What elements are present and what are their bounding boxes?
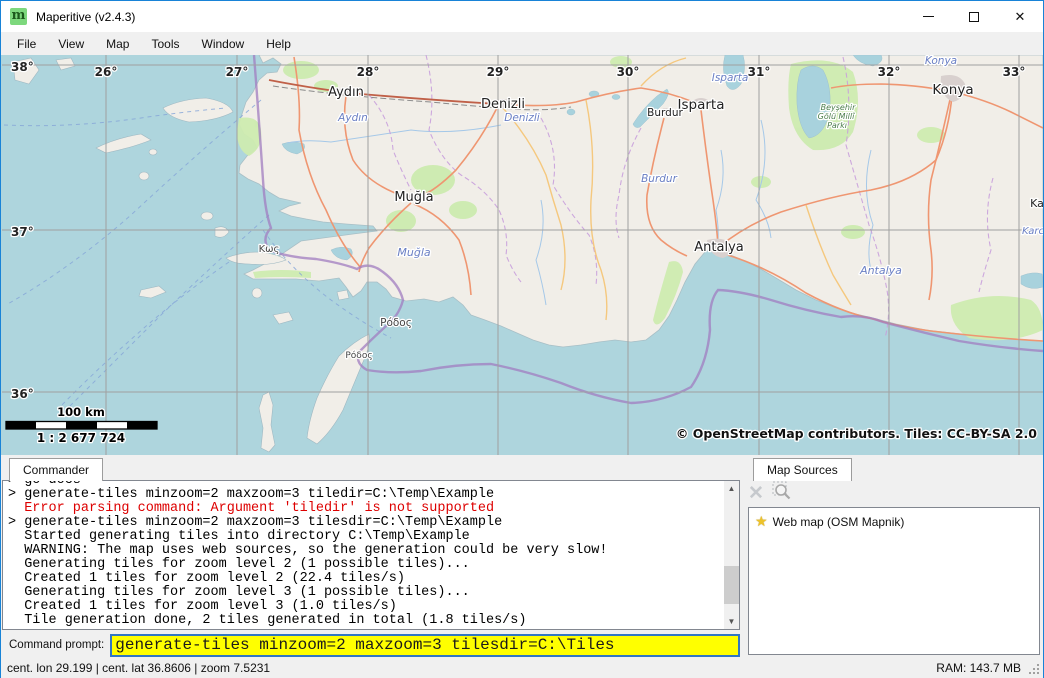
map-label: 29° (487, 65, 510, 79)
menu-tools[interactable]: Tools (140, 33, 190, 55)
menu-help[interactable]: Help (255, 33, 302, 55)
scroll-thumb[interactable] (724, 566, 739, 604)
console-output[interactable]: > go docs> generate-tiles minzoom=2 maxz… (2, 480, 740, 630)
minimize-icon (923, 16, 934, 17)
map-canvas: 26° 27° 28° 29° 30° 31° 32° 33° 38° 37° 36° Aydın D… (1, 55, 1043, 455)
resize-grip[interactable] (1028, 663, 1041, 676)
map-label: Konya (932, 82, 973, 98)
status-coordinates: cent. lon 29.199 | cent. lat 36.8606 | z… (7, 661, 270, 675)
map-source-item[interactable]: ★ Web map (OSM Mapnik) (752, 513, 1036, 530)
maximize-icon (969, 12, 979, 22)
menu-view[interactable]: View (47, 33, 95, 55)
console-line: Tile generation done, 2 tiles generated … (8, 614, 723, 628)
map-label: Ρόδος (345, 350, 372, 361)
map-label: Κως (259, 244, 280, 255)
menu-window[interactable]: Window (191, 33, 256, 55)
maperitive-window: m Maperitive (v2.4.3) ✕ FileViewMapTools… (0, 0, 1044, 678)
console-scrollbar[interactable]: ▲ ▼ (724, 481, 739, 629)
map-label: Isparta (678, 97, 725, 113)
map-viewport[interactable]: 26° 27° 28° 29° 30° 31° 32° 33° 38° 37° 36° Aydın D… (1, 55, 1043, 455)
status-bar: cent. lon 29.199 | cent. lat 36.8606 | z… (1, 658, 1043, 678)
title-bar[interactable]: m Maperitive (v2.4.3) ✕ (1, 1, 1043, 32)
map-label: Antalya (694, 240, 743, 255)
commander-panel: Commander > go docs> generate-tiles minz… (1, 455, 742, 658)
map-label: Ka (1030, 197, 1043, 210)
map-label: 30° (617, 65, 640, 79)
command-prompt-label: Command prompt: (1, 639, 110, 651)
map-sources-tab-row: Map Sources (742, 455, 1043, 481)
map-attribution: © OpenStreetMap contributors. Tiles: CC-… (676, 426, 1037, 441)
map-label: 33° (1003, 65, 1026, 79)
scroll-up-icon[interactable]: ▲ (724, 481, 739, 496)
map-label: Denizli (504, 112, 540, 124)
menu-map[interactable]: Map (95, 33, 140, 55)
tab-map-sources[interactable]: Map Sources (753, 458, 852, 481)
menu-file[interactable]: File (6, 33, 47, 55)
console-line: Generating tiles for zoom level 3 (1 pos… (8, 586, 723, 600)
map-label: Aydın (328, 85, 364, 100)
map-label: 32° (878, 65, 901, 79)
map-sources-list: ★ Web map (OSM Mapnik) (748, 507, 1040, 655)
console-line: Generating tiles for zoom level 2 (1 pos… (8, 558, 723, 572)
map-label: Burdur (641, 173, 677, 185)
bottom-panels: Commander > go docs> generate-tiles minz… (1, 455, 1043, 658)
app-icon: m (10, 8, 27, 25)
zoom-to-source-icon[interactable] (772, 481, 793, 507)
map-label: 37° (11, 225, 34, 239)
console-line: > generate-tiles minzoom=2 maxzoom=3 til… (8, 516, 723, 530)
map-label: Muğla (397, 246, 431, 259)
scale-ratio-label: 1 : 2 677 724 (37, 431, 125, 445)
map-label: 36° (11, 387, 34, 401)
map-label: 31° (748, 65, 771, 79)
map-label: Gölü Millî (818, 112, 856, 121)
map-label: Aydın (337, 112, 368, 124)
command-prompt-input[interactable] (110, 634, 740, 657)
console-line: > generate-tiles minzoom=2 maxzoom=3 til… (8, 488, 723, 502)
map-label: Ρόδος (380, 317, 412, 329)
map-label: Denizli (481, 97, 525, 112)
map-label: 26° (95, 65, 118, 79)
star-icon: ★ (755, 513, 768, 530)
commander-tab-row: Commander (1, 455, 742, 481)
menu-bar: FileViewMapToolsWindowHelp (1, 32, 1043, 55)
console-line: Error parsing command: Argument 'tiledir… (8, 502, 723, 516)
status-ram: RAM: 143.7 MB (936, 661, 1021, 675)
minimize-button[interactable] (905, 1, 951, 32)
console-line: WARNING: The map uses web sources, so th… (8, 544, 723, 558)
map-source-label: Web map (OSM Mapnik) (773, 515, 905, 529)
close-icon: ✕ (1015, 10, 1026, 23)
map-label: 38° (11, 60, 34, 74)
console-lines: > go docs> generate-tiles minzoom=2 maxz… (8, 480, 723, 628)
map-label: Antalya (859, 264, 902, 277)
map-label: 27° (226, 65, 249, 79)
map-label: Parkı (827, 121, 847, 130)
map-label: Konya (925, 55, 957, 67)
map-label: 28° (357, 65, 380, 79)
map-label: Burdur (647, 107, 683, 119)
maximize-button[interactable] (951, 1, 997, 32)
console-line: Created 1 tiles for zoom level 3 (1.0 ti… (8, 600, 723, 614)
remove-source-icon[interactable]: ✕ (748, 484, 764, 503)
close-button[interactable]: ✕ (997, 1, 1043, 32)
map-sources-toolbar: ✕ (748, 481, 793, 506)
window-title: Maperitive (v2.4.3) (36, 10, 135, 24)
map-label: Isparta (712, 72, 749, 84)
map-label: Muğla (394, 190, 433, 205)
console-line: Started generating tiles into directory … (8, 530, 723, 544)
scroll-down-icon[interactable]: ▼ (724, 614, 739, 629)
tab-commander[interactable]: Commander (9, 458, 103, 481)
command-prompt-row: Command prompt: (1, 633, 740, 657)
scale-distance-label: 100 km (57, 405, 105, 419)
map-sources-panel: Map Sources ✕ ★ Web map (OSM Mapnik) (742, 455, 1043, 658)
map-label: Karc (1022, 226, 1043, 237)
map-label: Beyşehir (821, 103, 857, 112)
window-controls: ✕ (905, 1, 1043, 32)
console-line: Created 1 tiles for zoom level 2 (22.4 t… (8, 572, 723, 586)
